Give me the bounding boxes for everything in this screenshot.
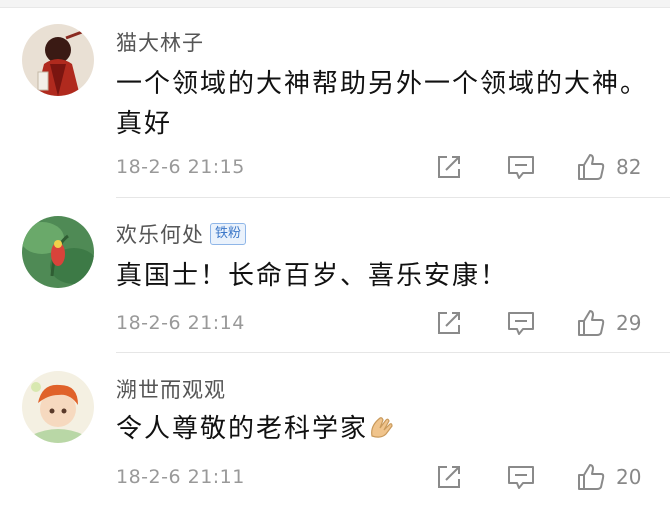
thumbs-up-icon	[578, 464, 605, 490]
like-button[interactable]: 20	[576, 460, 666, 494]
username-row: 猫大林子	[116, 27, 204, 57]
action-bar: 82	[432, 150, 666, 184]
avatar[interactable]	[22, 24, 94, 96]
like-count: 29	[616, 311, 642, 335]
timestamp: 18-2-6 21:15	[116, 156, 245, 178]
thumbs-up-icon	[578, 310, 605, 336]
comment-meta: 18-2-6 21:11 20	[116, 460, 666, 494]
comment-text: 一个领域的大神帮助另外一个领域的大神。真好	[116, 69, 649, 139]
username-row: 溯世而观观	[116, 374, 226, 404]
username-row: 欢乐何处 铁粉	[116, 219, 247, 249]
thumbs-up-icon	[578, 154, 605, 180]
comment-item: 欢乐何处 铁粉 真国士！长命百岁、喜乐安康！ 18-2-6 21:14 29	[0, 200, 670, 355]
comment-icon[interactable]	[504, 460, 538, 494]
like-count: 20	[616, 465, 642, 489]
fan-badge: 铁粉	[210, 223, 247, 245]
comment-text: 令人尊敬的老科学家	[116, 409, 661, 449]
comment-item: 猫大林子 一个领域的大神帮助另外一个领域的大神。真好 18-2-6 21:15	[0, 0, 670, 200]
comment-meta: 18-2-6 21:15 82	[116, 150, 666, 184]
comment-text-content: 令人尊敬的老科学家	[116, 414, 369, 444]
comment-text: 真国士！长命百岁、喜乐安康！	[116, 261, 509, 291]
timestamp: 18-2-6 21:14	[116, 312, 245, 334]
share-icon[interactable]	[432, 150, 466, 184]
avatar[interactable]	[22, 371, 94, 443]
comment-item: 溯世而观观 令人尊敬的老科学家 18-2-6 21:11 20	[0, 355, 670, 510]
divider	[116, 197, 670, 198]
username[interactable]: 欢乐何处	[116, 219, 204, 249]
clap-hands-emoji	[368, 412, 398, 438]
like-count: 82	[616, 155, 642, 179]
like-button[interactable]: 82	[576, 150, 666, 184]
comment-meta: 18-2-6 21:14 29	[116, 306, 666, 340]
comment-icon[interactable]	[504, 306, 538, 340]
timestamp: 18-2-6 21:11	[116, 466, 245, 488]
username[interactable]: 猫大林子	[116, 27, 204, 57]
action-bar: 20	[432, 460, 666, 494]
divider	[116, 352, 670, 353]
action-bar: 29	[432, 306, 666, 340]
username[interactable]: 溯世而观观	[116, 374, 226, 404]
share-icon[interactable]	[432, 460, 466, 494]
like-button[interactable]: 29	[576, 306, 666, 340]
comment-icon[interactable]	[504, 150, 538, 184]
share-icon[interactable]	[432, 306, 466, 340]
avatar[interactable]	[22, 216, 94, 288]
